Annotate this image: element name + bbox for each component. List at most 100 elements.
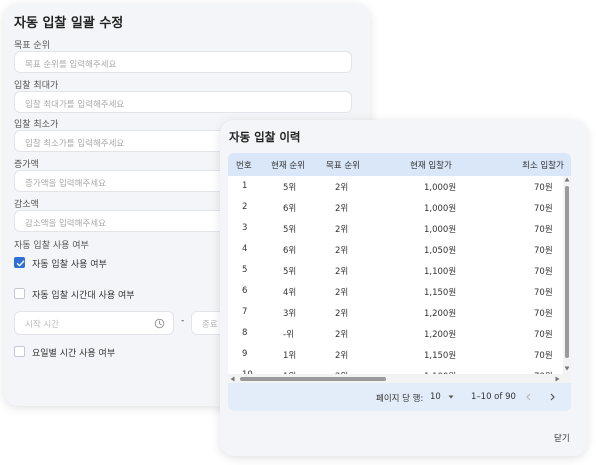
table-row[interactable]: 3 5위 2위 1,000원 70원 <box>228 218 563 240</box>
table-cell: 70원 <box>534 246 553 256</box>
table-cell: 1,000원 <box>424 183 457 193</box>
table-cell: 8 <box>242 328 248 338</box>
table-row[interactable]: 2 6위 2위 1,000원 70원 <box>228 197 563 219</box>
table-cell: 5위 <box>283 225 297 235</box>
table-cell: 1,000원 <box>424 225 457 235</box>
table-cell: 70원 <box>534 351 553 361</box>
table-cell: 5위 <box>283 183 297 193</box>
bid-history-table: 번호 현재 순위 목표 순위 현재 입찰가 최소 입찰가 1 5위 2위 1,000원… <box>228 153 571 411</box>
max-bid-input[interactable] <box>15 95 351 115</box>
table-cell: 5위 <box>283 267 297 277</box>
decrease-label: 감소액 <box>14 200 39 210</box>
table-cell: 70원 <box>534 288 553 298</box>
max-bid-label: 입찰 최대가 <box>14 81 59 91</box>
column-header-no[interactable]: 번호 <box>236 159 252 171</box>
table-cell: 1,150원 <box>424 288 457 298</box>
table-cell: 1,000원 <box>424 204 457 214</box>
clock-icon[interactable] <box>154 318 165 329</box>
table-cell: 5 <box>242 265 248 275</box>
auto-bid-section-label: 자동 입찰 사용 여부 <box>14 241 89 251</box>
next-page-icon[interactable] <box>547 392 557 402</box>
horizontal-scroll-thumb[interactable] <box>240 377 386 381</box>
table-cell: 2위 <box>335 288 349 298</box>
rows-per-page-select[interactable]: 10 <box>430 392 454 402</box>
table-cell: 2위 <box>335 351 349 361</box>
start-time-field[interactable]: 시작 시간 <box>14 311 174 335</box>
scroll-down-icon[interactable] <box>564 366 570 371</box>
column-header-target-rank[interactable]: 목표 순위 <box>326 159 360 171</box>
rows-per-page-value: 10 <box>430 392 441 402</box>
table-cell: 6 <box>242 286 248 296</box>
target-rank-input[interactable] <box>15 55 351 75</box>
table-cell: 2위 <box>335 204 349 214</box>
table-cell: 4위 <box>283 288 297 298</box>
table-cell: 4 <box>242 244 248 254</box>
increase-label: 증가액 <box>14 160 39 170</box>
time-separator: - <box>181 316 185 326</box>
table-cell: 70원 <box>534 183 553 193</box>
table-row[interactable]: 6 4위 2위 1,150원 70원 <box>228 281 563 303</box>
column-header-current-rank[interactable]: 현재 순위 <box>271 159 305 171</box>
bid-history-dialog: 자동 입찰 이력 번호 현재 순위 목표 순위 현재 입찰가 최소 입찰가 1 5… <box>220 120 587 456</box>
auto-bid-checkbox[interactable] <box>14 257 25 268</box>
rows-per-page-label: 페이지 당 행: <box>376 394 424 404</box>
table-row[interactable]: 9 1위 2위 1,150원 70원 <box>228 344 563 366</box>
table-row[interactable]: 5 5위 2위 1,100원 70원 <box>228 260 563 282</box>
target-rank-label: 목표 순위 <box>14 41 50 51</box>
table-cell: 2위 <box>335 183 349 193</box>
check-icon <box>16 260 25 267</box>
scroll-right-icon[interactable] <box>555 376 560 382</box>
table-cell: 9 <box>242 349 248 359</box>
max-bid-field[interactable] <box>14 91 352 115</box>
table-row[interactable]: 7 3위 2위 1,200원 70원 <box>228 302 563 324</box>
weekday-time-checkbox-label: 요일별 시간 사용 여부 <box>32 349 116 359</box>
table-cell: 70원 <box>534 204 553 214</box>
close-button[interactable]: 닫기 <box>554 432 570 444</box>
table-cell: 3 <box>242 223 248 233</box>
table-cell: 2위 <box>335 309 349 319</box>
target-rank-field[interactable] <box>14 51 352 75</box>
start-time-placeholder: 시작 시간 <box>25 320 59 330</box>
table-cell: 1위 <box>283 351 297 361</box>
vertical-scrollbar[interactable] <box>563 176 571 374</box>
table-header: 번호 현재 순위 목표 순위 현재 입찰가 최소 입찰가 <box>228 153 571 176</box>
previous-page-icon[interactable] <box>524 392 534 402</box>
table-cell: 2위 <box>335 246 349 256</box>
table-row[interactable]: 1 5위 2위 1,000원 70원 <box>228 176 563 198</box>
table-cell: 2위 <box>335 267 349 277</box>
scroll-up-icon[interactable] <box>564 177 570 182</box>
table-cell: 2위 <box>335 225 349 235</box>
time-range-checkbox-label: 자동 입찰 시간대 사용 여부 <box>32 291 135 301</box>
table-pagination: 페이지 당 행: 10 1–10 of 90 <box>228 383 571 411</box>
table-cell: 70원 <box>534 267 553 277</box>
time-range-checkbox[interactable] <box>14 288 25 299</box>
table-cell: 1,200원 <box>424 309 457 319</box>
table-cell: 70원 <box>534 225 553 235</box>
column-header-current-bid[interactable]: 현재 입찰가 <box>410 159 452 171</box>
vertical-scroll-thumb[interactable] <box>565 186 569 358</box>
end-time-placeholder: 종료 <box>202 320 218 330</box>
weekday-time-checkbox[interactable] <box>14 346 25 357</box>
table-cell: 1,050원 <box>424 246 457 256</box>
chevron-down-icon <box>448 395 454 398</box>
table-cell: 7 <box>242 307 248 317</box>
table-row[interactable]: 4 6위 2위 1,050원 70원 <box>228 239 563 261</box>
table-cell: 2 <box>242 202 248 212</box>
table-cell: 1 <box>242 181 248 191</box>
horizontal-scrollbar[interactable] <box>228 374 571 383</box>
bulk-edit-title: 자동 입찰 일괄 수정 <box>14 16 124 31</box>
auto-bid-checkbox-label: 자동 입찰 사용 여부 <box>32 260 107 270</box>
pagination-range: 1–10 of 90 <box>471 392 516 402</box>
table-row[interactable]: 8 -위 2위 1,200원 70원 <box>228 323 563 345</box>
table-cell: 6위 <box>283 246 297 256</box>
table-cell: 6위 <box>283 204 297 214</box>
table-cell: 70원 <box>534 330 553 340</box>
min-bid-label: 입찰 최소가 <box>14 120 59 130</box>
table-cell: 3위 <box>283 309 297 319</box>
column-header-min-bid[interactable]: 최소 입찰가 <box>522 159 564 171</box>
scroll-left-icon[interactable] <box>230 376 235 382</box>
table-cell: 2위 <box>335 330 349 340</box>
bid-history-title: 자동 입찰 이력 <box>229 130 301 144</box>
table-cell: 1,100원 <box>424 267 457 277</box>
table-cell: 1,150원 <box>424 351 457 361</box>
